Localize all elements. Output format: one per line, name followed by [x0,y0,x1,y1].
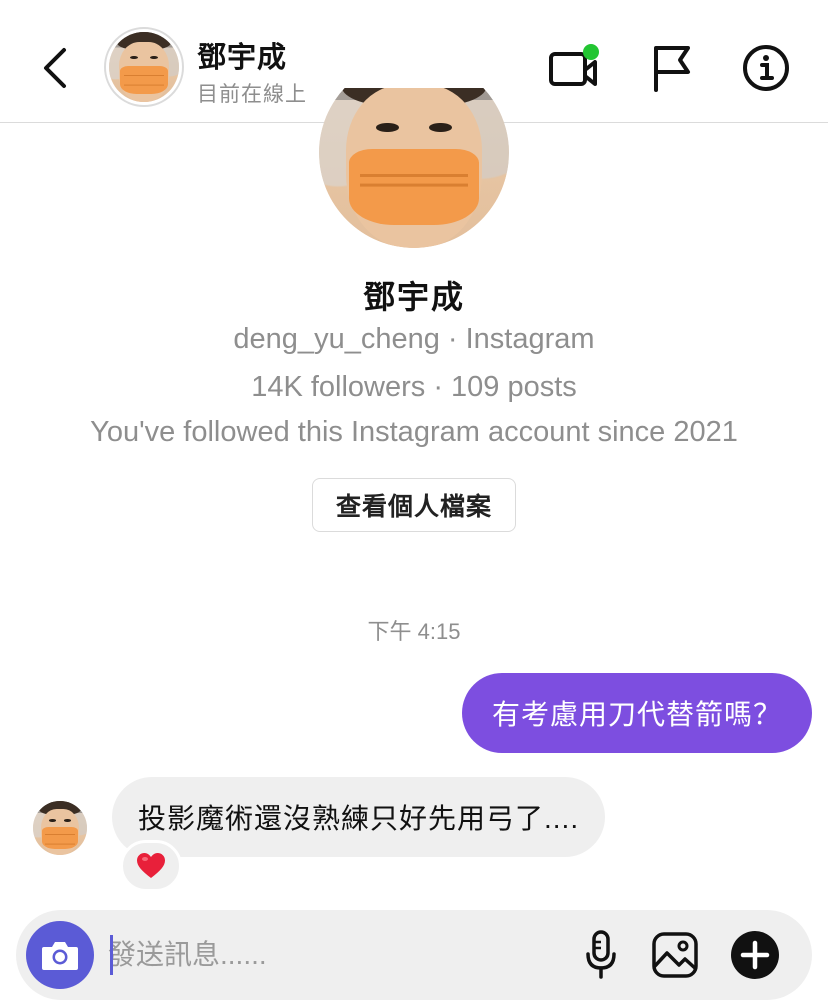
text-caret [110,935,113,975]
microphone-icon [586,930,616,979]
flag-icon [654,46,690,92]
avatar-photo [109,32,179,102]
add-icon [731,931,779,979]
heart-reaction[interactable] [120,840,182,892]
profile-avatar[interactable] [319,88,509,248]
sender-avatar[interactable] [33,801,87,855]
profile-name: 鄧宇成 [362,279,465,315]
report-button[interactable] [644,40,700,96]
gallery-icon [652,932,698,978]
camera-button[interactable] [26,921,94,989]
info-button[interactable] [738,40,794,96]
back-chevron-icon [44,48,66,88]
message-input[interactable] [108,930,548,980]
online-status: 目前在線上 [197,83,307,106]
profile-stats: 14K followers · 109 posts [251,371,577,403]
outgoing-message[interactable]: 有考慮用刀代替箭嗎？ [461,673,812,753]
profile-handle: deng_yu_cheng · Instagram [233,323,595,355]
sender-photo [33,801,87,855]
video-call-icon [549,44,599,86]
view-profile-button[interactable]: 查看個人檔案 [312,478,516,532]
info-icon [743,45,789,91]
gallery-button[interactable] [650,930,700,980]
heart-icon [137,853,165,878]
voice-button[interactable] [576,930,626,980]
contact-name[interactable]: 鄧宇成 [197,34,287,76]
profile-photo [319,88,509,248]
message-composer [16,910,812,1000]
message-timestamp: 下午 4:15 [367,619,461,644]
more-button[interactable] [730,930,780,980]
camera-icon [42,942,78,970]
incoming-message[interactable]: 投影魔術還沒熟練只好先用弓了.... [112,777,606,857]
follow-since-text: You've followed this Instagram account s… [90,416,738,448]
video-call-button[interactable] [546,40,602,96]
header-avatar[interactable] [104,27,184,107]
back-button[interactable] [32,40,76,96]
